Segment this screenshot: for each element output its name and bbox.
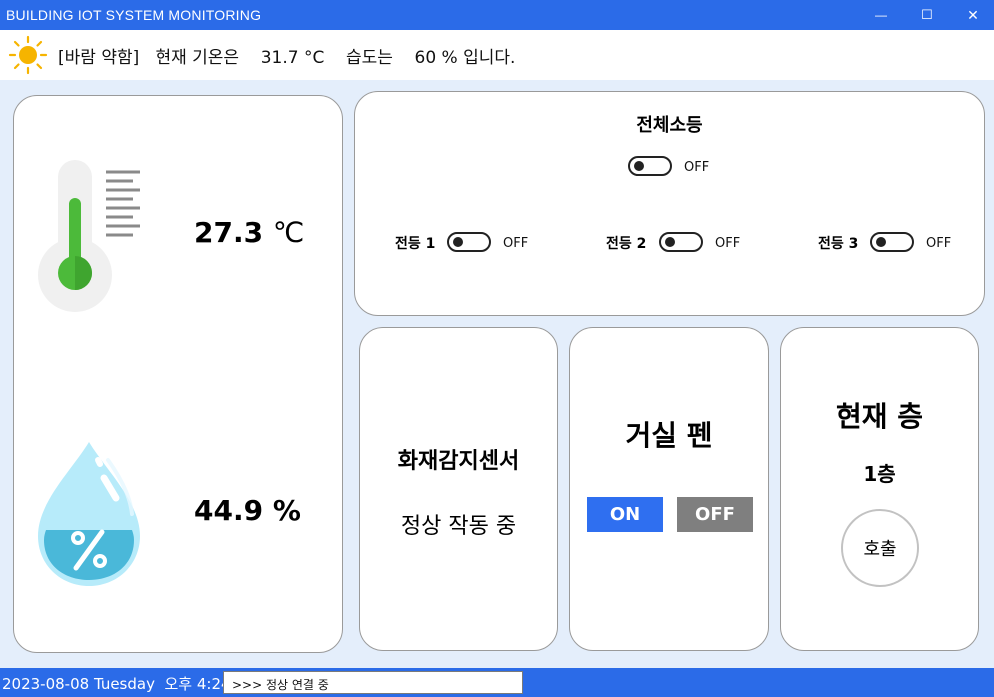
lights-title: 전체소등 [636, 115, 703, 136]
window-title: BUILDING IOT SYSTEM MONITORING [6, 7, 262, 23]
current-floor: 1층 [863, 462, 896, 486]
temperature-value: 27.3 [194, 216, 264, 249]
call-elevator-button[interactable]: 호출 [841, 509, 919, 587]
main-panel: 27.3 ℃ 44.9 % 전체소등 OFF 전등 1 OFF 전등 2 OFF… [0, 80, 994, 668]
light-2-state: OFF [715, 236, 741, 251]
water-drop-percent-icon [38, 442, 140, 586]
outdoor-temp: 31.7 °C [260, 48, 325, 68]
fire-sensor-card: 화재감지센서 정상 작동 중 [359, 327, 558, 651]
sun-icon [8, 35, 48, 75]
humidity-prefix: 습도는 [345, 48, 393, 68]
floor-title: 현재 층 [835, 400, 924, 433]
master-light-toggle[interactable] [628, 156, 672, 176]
floor-card: 현재 층 1층 호출 [780, 327, 979, 651]
light-1-state: OFF [503, 236, 529, 251]
maximize-icon: ☐ [921, 7, 933, 22]
light-2-toggle[interactable] [659, 232, 703, 252]
connection-status: >>> 정상 연결 중 [223, 671, 523, 694]
minimize-button[interactable]: — [858, 0, 904, 30]
thermometer-icon [38, 160, 140, 312]
light-1-toggle[interactable] [447, 232, 491, 252]
fan-card: 거실 펜 ON OFF [569, 327, 769, 651]
master-light-state: OFF [684, 160, 710, 175]
fire-sensor-title: 화재감지센서 [397, 449, 520, 474]
light-3-state: OFF [926, 236, 952, 251]
light-3-label: 전등 3 [818, 236, 859, 252]
datetime: 2023-08-08 Tuesday 오후 4:24 [2, 675, 231, 693]
close-icon: ✕ [967, 6, 979, 23]
lights-card: 전체소등 OFF 전등 1 OFF 전등 2 OFF 전등 3 OFF [354, 91, 985, 316]
toggle-knob [876, 237, 886, 247]
minimize-icon: — [875, 8, 887, 22]
indoor-temperature: 27.3 ℃ [194, 216, 304, 249]
temperature-unit: ℃ [272, 216, 305, 249]
weather-bar: [바람 약함] 현재 기온은 31.7 °C 습도는 60 % 입니다. [0, 30, 994, 80]
indoor-humidity: 44.9 % [194, 494, 301, 527]
close-button[interactable]: ✕ [950, 0, 994, 30]
fire-sensor-status: 정상 작동 중 [400, 514, 517, 539]
wind-status: [바람 약함] [58, 48, 140, 68]
weather-text: [바람 약함] 현재 기온은 31.7 °C 습도는 60 % 입니다. [58, 43, 515, 68]
light-3-toggle[interactable] [870, 232, 914, 252]
toggle-knob [453, 237, 463, 247]
toggle-knob [634, 161, 644, 171]
maximize-button[interactable]: ☐ [904, 0, 950, 30]
fan-on-button[interactable]: ON [587, 497, 663, 532]
light-2-label: 전등 2 [606, 236, 647, 252]
fan-title: 거실 펜 [625, 419, 713, 452]
sensor-card: 27.3 ℃ 44.9 % [13, 95, 343, 653]
light-1-label: 전등 1 [395, 236, 436, 252]
toggle-knob [665, 237, 675, 247]
outdoor-humidity: 60 % 입니다. [414, 48, 516, 68]
status-bar: 2023-08-08 Tuesday 오후 4:24 >>> 정상 연결 중 [0, 668, 994, 697]
fan-off-button[interactable]: OFF [677, 497, 753, 532]
title-bar: BUILDING IOT SYSTEM MONITORING — ☐ ✕ [0, 0, 994, 30]
temp-prefix: 현재 기온은 [155, 48, 240, 68]
